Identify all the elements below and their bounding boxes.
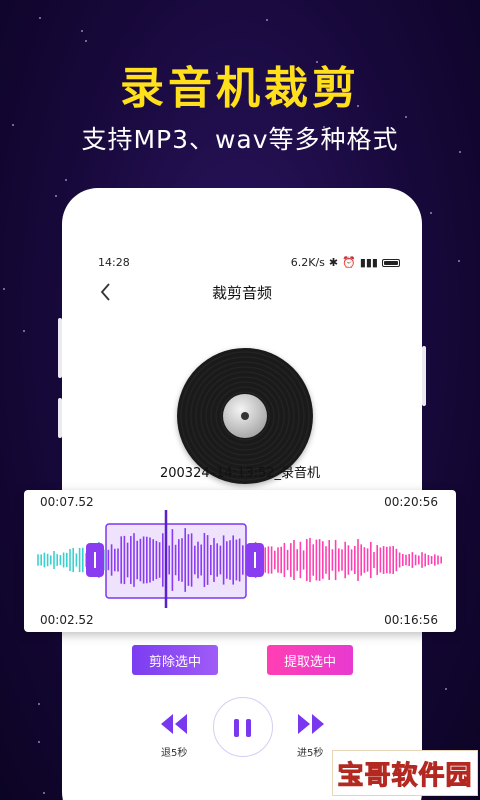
status-time: 14:28 bbox=[98, 256, 130, 269]
star bbox=[84, 40, 87, 43]
phone-side-button bbox=[422, 346, 426, 406]
selection-start-time: 00:07.52 bbox=[40, 495, 94, 509]
file-name: 200324–14:13:52_录音机 bbox=[159, 466, 320, 481]
star bbox=[430, 211, 433, 214]
star bbox=[458, 259, 461, 262]
star bbox=[42, 792, 45, 795]
pause-button[interactable] bbox=[213, 697, 273, 757]
star bbox=[55, 195, 58, 198]
watermark-text: 宝哥软件园 bbox=[337, 760, 473, 791]
rewind-icon[interactable] bbox=[160, 712, 188, 740]
star bbox=[37, 703, 40, 706]
status-bar: 14:28 6.2K/s ✱ ⏰ ▮▮▮ bbox=[98, 256, 400, 269]
playhead-start-time: 00:02.52 bbox=[40, 613, 94, 627]
network-speed: 6.2K/s bbox=[290, 256, 325, 269]
selection-end-time: 00:20:56 bbox=[384, 495, 438, 509]
fast-forward-icon[interactable] bbox=[297, 712, 325, 740]
star bbox=[3, 287, 6, 290]
star bbox=[80, 29, 83, 32]
disc-hole bbox=[241, 412, 249, 420]
battery-icon bbox=[382, 258, 400, 267]
star bbox=[38, 740, 41, 743]
star bbox=[444, 688, 447, 691]
phone-side-button bbox=[58, 398, 62, 438]
watermark-logo: 宝哥软件园 bbox=[332, 750, 478, 796]
promo-subtitle: 支持MP3、wav等多种格式 bbox=[81, 125, 399, 154]
rewind-label: 退5秒 bbox=[161, 748, 188, 759]
playhead-end-time: 00:16:56 bbox=[384, 613, 438, 627]
page-title: 裁剪音频 bbox=[211, 284, 272, 302]
star bbox=[22, 329, 25, 332]
phone-side-button bbox=[58, 318, 62, 378]
star bbox=[65, 179, 68, 182]
promo-title: 录音机裁剪 bbox=[120, 63, 360, 114]
alarm-icon: ⏰ bbox=[342, 256, 356, 269]
star bbox=[266, 19, 269, 22]
nav-bar: 裁剪音频 bbox=[62, 276, 422, 312]
forward-label: 进5秒 bbox=[297, 748, 324, 759]
star bbox=[39, 16, 42, 19]
bluetooth-icon: ✱ bbox=[328, 256, 339, 269]
disc-center bbox=[223, 394, 267, 438]
waveform[interactable] bbox=[24, 508, 456, 612]
star bbox=[404, 116, 407, 119]
signal-icon: ▮▮▮ bbox=[359, 256, 378, 269]
extract-selection-button[interactable]: 提取选中 bbox=[267, 645, 353, 675]
cut-selection-button[interactable]: 剪除选中 bbox=[132, 645, 218, 675]
waveform-editor[interactable]: 00:07.52 00:20:56 00:02.52 00:16:56 bbox=[24, 490, 456, 632]
status-icons: 6.2K/s ✱ ⏰ ▮▮▮ bbox=[291, 256, 400, 269]
